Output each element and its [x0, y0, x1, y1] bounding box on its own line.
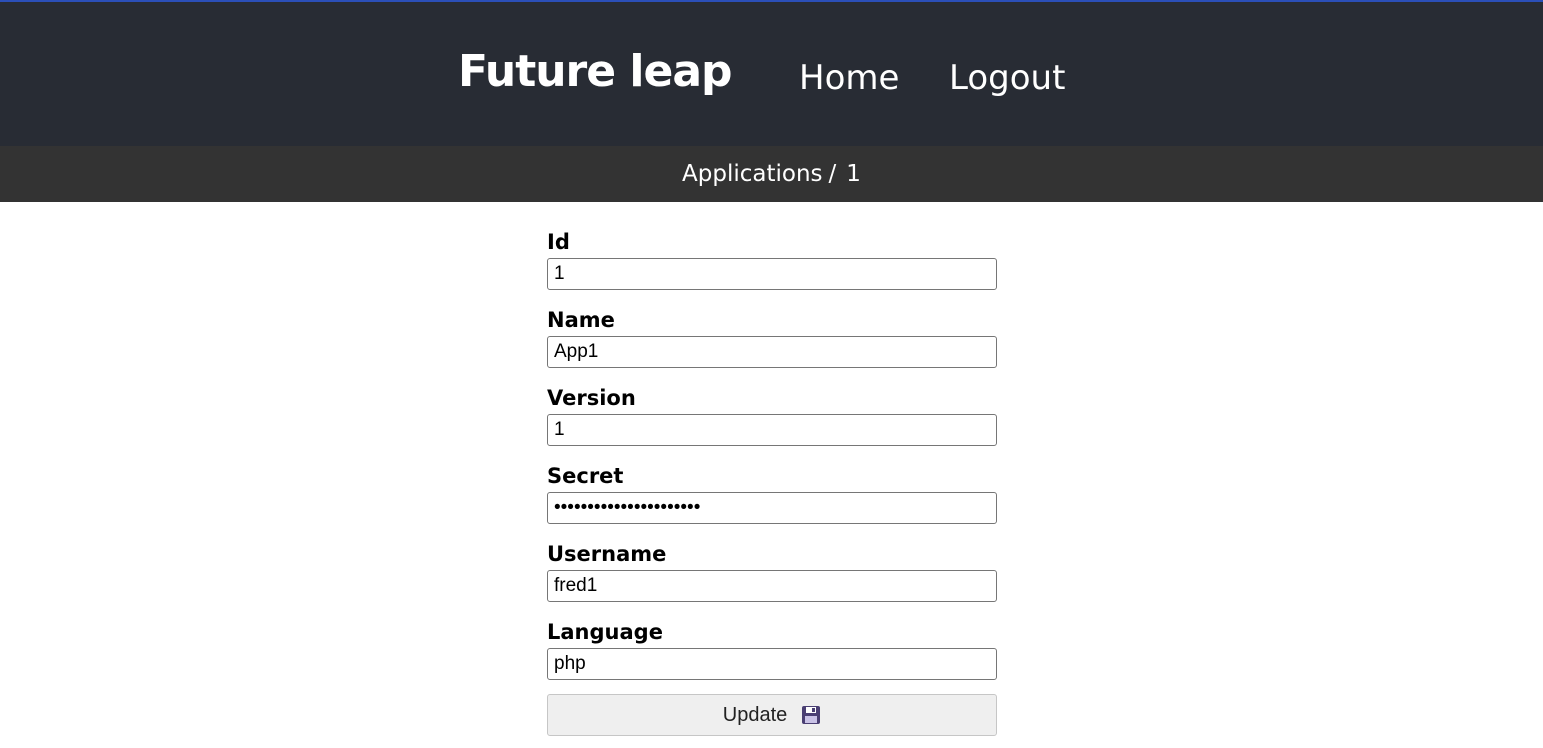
application-form: Id Name Version Secret Username Language…	[547, 226, 997, 736]
nav-home-link[interactable]: Home	[799, 56, 899, 100]
field-secret: Secret	[547, 460, 997, 524]
secret-label: Secret	[547, 464, 624, 488]
field-name: Name	[547, 304, 997, 368]
brand-title: Future leap	[458, 46, 733, 97]
language-input[interactable]	[547, 648, 997, 680]
field-id: Id	[547, 226, 997, 290]
update-button-label: Update	[722, 703, 788, 726]
field-version: Version	[547, 382, 997, 446]
breadcrumb-current: 1	[846, 161, 861, 187]
nav-logout-link[interactable]: Logout	[949, 56, 1065, 100]
breadcrumb: Applications / 1	[0, 146, 1543, 202]
username-label: Username	[547, 542, 667, 566]
id-input[interactable]	[547, 258, 997, 290]
breadcrumb-section[interactable]: Applications	[682, 161, 823, 187]
name-label: Name	[547, 308, 615, 332]
id-label: Id	[547, 230, 570, 254]
field-username: Username	[547, 538, 997, 602]
version-label: Version	[547, 386, 636, 410]
username-input[interactable]	[547, 570, 997, 602]
floppy-disk-icon	[801, 705, 821, 725]
language-label: Language	[547, 620, 663, 644]
version-input[interactable]	[547, 414, 997, 446]
field-language: Language	[547, 616, 997, 680]
breadcrumb-separator: /	[828, 161, 837, 187]
top-navbar: Future leap Home Logout	[0, 0, 1543, 146]
update-button[interactable]: Update	[547, 694, 997, 736]
secret-input[interactable]	[547, 492, 997, 524]
name-input[interactable]	[547, 336, 997, 368]
